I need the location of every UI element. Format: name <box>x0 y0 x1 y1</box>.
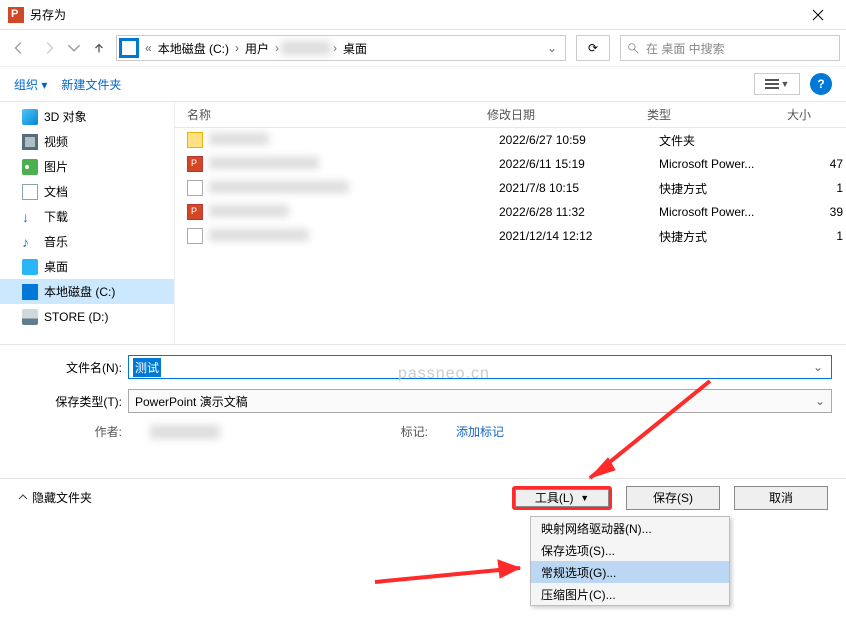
nav-bar: « 本地磁盘 (C:)› 用户› xxxx› 桌面 ⌄ ⟳ 在 桌面 中搜索 <box>0 30 846 66</box>
crumb-c[interactable]: 本地磁盘 (C:) <box>154 40 233 57</box>
menu-item[interactable]: 压缩图片(C)... <box>531 583 729 605</box>
folder-icon <box>22 234 38 250</box>
window-title: 另存为 <box>30 6 798 23</box>
author-value[interactable] <box>150 425 220 439</box>
app-icon <box>8 7 24 23</box>
up-button[interactable] <box>86 35 112 61</box>
filename-value: 测试 <box>133 358 161 377</box>
type-value: PowerPoint 演示文稿 <box>135 393 248 410</box>
col-type[interactable]: 类型 <box>635 106 775 123</box>
folder-icon <box>22 284 38 300</box>
add-tag-link[interactable]: 添加标记 <box>456 423 504 440</box>
column-headers[interactable]: 名称 修改日期 类型 大小 <box>175 102 846 128</box>
crumb-users[interactable]: 用户 <box>241 40 273 57</box>
file-icon <box>187 132 203 148</box>
filename-label: 文件名(N): <box>14 359 128 376</box>
menu-item[interactable]: 保存选项(S)... <box>531 539 729 561</box>
folder-icon <box>22 259 38 275</box>
chevron-icon <box>18 493 28 503</box>
folder-icon <box>22 184 38 200</box>
col-name[interactable]: 名称 <box>175 106 475 123</box>
file-row[interactable]: 2022/6/11 15:19Microsoft Power...47 <box>175 152 846 176</box>
type-dropdown-icon[interactable]: ⌄ <box>815 394 825 408</box>
hide-folders-toggle[interactable]: 隐藏文件夹 <box>18 489 92 506</box>
sidebar-item-文档[interactable]: 文档 <box>0 179 174 204</box>
refresh-button[interactable]: ⟳ <box>576 35 610 61</box>
folder-icon <box>22 209 38 225</box>
filename-input[interactable]: 测试 ⌄ <box>128 355 832 379</box>
footer: 隐藏文件夹 工具(L) ▼ 保存(S) 取消 <box>0 478 846 516</box>
close-button[interactable] <box>798 0 838 30</box>
sidebar[interactable]: 3D 对象视频图片文档下载音乐桌面本地磁盘 (C:)STORE (D:) <box>0 102 175 344</box>
sidebar-item-本地磁盘 (C:)[interactable]: 本地磁盘 (C:) <box>0 279 174 304</box>
filename-dropdown-icon[interactable]: ⌄ <box>809 360 827 374</box>
save-button[interactable]: 保存(S) <box>626 486 720 510</box>
folder-icon <box>22 109 38 125</box>
body: 3D 对象视频图片文档下载音乐桌面本地磁盘 (C:)STORE (D:) 名称 … <box>0 102 846 344</box>
folder-icon <box>22 159 38 175</box>
sidebar-item-视频[interactable]: 视频 <box>0 129 174 154</box>
file-row[interactable]: 2021/7/8 10:15快捷方式1 <box>175 176 846 200</box>
type-label: 保存类型(T): <box>14 393 128 410</box>
save-form: passneo.cn 文件名(N): 测试 ⌄ 保存类型(T): PowerPo… <box>0 344 846 448</box>
tools-button[interactable]: 工具(L) ▼ <box>512 486 612 510</box>
breadcrumb[interactable]: « 本地磁盘 (C:)› 用户› xxxx› 桌面 ⌄ <box>116 35 566 61</box>
back-button[interactable] <box>6 35 32 61</box>
tools-menu[interactable]: 映射网络驱动器(N)...保存选项(S)...常规选项(G)...压缩图片(C)… <box>530 516 730 606</box>
file-row[interactable]: 2022/6/27 10:59文件夹 <box>175 128 846 152</box>
col-size[interactable]: 大小 <box>775 106 831 123</box>
sidebar-item-音乐[interactable]: 音乐 <box>0 229 174 254</box>
cancel-button[interactable]: 取消 <box>734 486 828 510</box>
crumb-user[interactable]: xxxx <box>281 41 331 55</box>
organize-menu[interactable]: 组织 ▾ <box>14 76 47 93</box>
search-input[interactable]: 在 桌面 中搜索 <box>620 35 840 61</box>
file-list[interactable]: 名称 修改日期 类型 大小 2022/6/27 10:59文件夹 2022/6/… <box>175 102 846 344</box>
view-button[interactable]: ▼ <box>754 73 800 95</box>
sidebar-item-STORE (D:)[interactable]: STORE (D:) <box>0 304 174 329</box>
file-row[interactable]: 2021/12/14 12:12快捷方式1 <box>175 224 846 248</box>
annotation-arrow-2 <box>370 556 540 592</box>
menu-item[interactable]: 常规选项(G)... <box>531 561 729 583</box>
help-button[interactable]: ? <box>810 73 832 95</box>
col-date[interactable]: 修改日期 <box>475 106 635 123</box>
sidebar-item-3D 对象[interactable]: 3D 对象 <box>0 104 174 129</box>
file-icon <box>187 180 203 196</box>
drive-icon <box>119 38 139 58</box>
folder-icon <box>22 134 38 150</box>
tag-label: 标记: <box>378 423 428 440</box>
search-placeholder: 在 桌面 中搜索 <box>646 40 725 57</box>
recent-button[interactable] <box>66 35 82 61</box>
type-combo[interactable]: PowerPoint 演示文稿 ⌄ <box>128 389 832 413</box>
breadcrumb-dropdown-icon[interactable]: ⌄ <box>541 41 563 55</box>
file-icon <box>187 228 203 244</box>
file-icon <box>187 156 203 172</box>
file-icon <box>187 204 203 220</box>
forward-button[interactable] <box>36 35 62 61</box>
menu-item[interactable]: 映射网络驱动器(N)... <box>531 517 729 539</box>
file-row[interactable]: 2022/6/28 11:32Microsoft Power...39 <box>175 200 846 224</box>
sidebar-item-图片[interactable]: 图片 <box>0 154 174 179</box>
crumb-desktop[interactable]: 桌面 <box>339 40 371 57</box>
author-label: 作者: <box>72 423 122 440</box>
sidebar-item-桌面[interactable]: 桌面 <box>0 254 174 279</box>
toolbar: 组织 ▾ 新建文件夹 ▼ ? <box>0 66 846 102</box>
folder-icon <box>22 309 38 325</box>
new-folder-button[interactable]: 新建文件夹 <box>61 76 121 93</box>
title-bar: 另存为 <box>0 0 846 30</box>
search-icon <box>627 42 640 55</box>
sidebar-item-下载[interactable]: 下载 <box>0 204 174 229</box>
